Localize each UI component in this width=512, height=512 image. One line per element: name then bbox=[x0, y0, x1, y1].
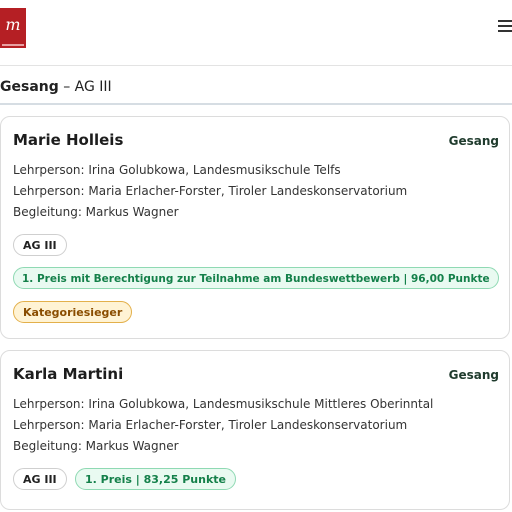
breadcrumb: Gesang – AG III bbox=[0, 79, 112, 95]
category-label: Gesang bbox=[448, 368, 499, 382]
header-divider bbox=[0, 65, 512, 66]
breadcrumb-separator: – bbox=[58, 79, 75, 95]
age-group-badge: AG III bbox=[13, 234, 67, 256]
accompaniment-line: Begleitung: Markus Wagner bbox=[13, 205, 179, 219]
logo-subline bbox=[2, 44, 24, 46]
teacher-line: Lehrperson: Irina Golubkowa, Landesmusik… bbox=[13, 163, 341, 177]
breadcrumb-group: AG III bbox=[74, 79, 112, 95]
teacher-line: Lehrperson: Maria Erlacher-Forster, Tiro… bbox=[13, 418, 408, 432]
category-winner-badge: Kategoriesieger bbox=[13, 301, 133, 323]
teacher-line: Lehrperson: Maria Erlacher-Forster, Tiro… bbox=[13, 184, 408, 198]
prize-badge: 1. Preis | 83,25 Punkte bbox=[75, 468, 236, 490]
participant-name: Karla Martini bbox=[13, 365, 124, 383]
accompaniment-line: Begleitung: Markus Wagner bbox=[13, 439, 179, 453]
hamburger-menu-icon[interactable] bbox=[498, 18, 512, 34]
app-header: m bbox=[0, 0, 512, 62]
logo[interactable]: m bbox=[0, 8, 26, 48]
result-card[interactable]: Karla Martini Gesang Lehrperson: Irina G… bbox=[0, 350, 510, 510]
age-group-badge: AG III bbox=[13, 468, 67, 490]
prize-badge: 1. Preis mit Berechtigung zur Teilnahme … bbox=[13, 267, 499, 289]
breadcrumb-category: Gesang bbox=[0, 79, 59, 95]
logo-text: m bbox=[5, 15, 21, 34]
teacher-line: Lehrperson: Irina Golubkowa, Landesmusik… bbox=[13, 397, 434, 411]
breadcrumb-divider bbox=[0, 103, 512, 105]
category-label: Gesang bbox=[448, 134, 499, 148]
participant-name: Marie Holleis bbox=[13, 131, 124, 149]
result-card[interactable]: Marie Holleis Gesang Lehrperson: Irina G… bbox=[0, 116, 510, 339]
